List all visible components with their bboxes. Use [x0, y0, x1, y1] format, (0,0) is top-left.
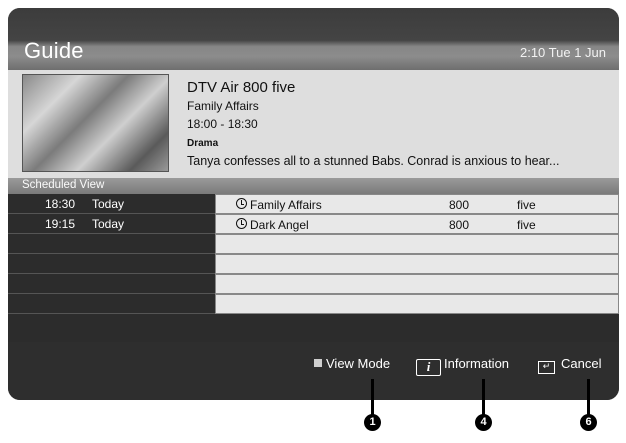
- programme-title: Family Affairs: [187, 99, 259, 113]
- schedule-row[interactable]: [8, 274, 619, 294]
- schedule-time-cell: [8, 234, 215, 254]
- a-button-icon: [314, 359, 322, 367]
- schedule-day: Today: [92, 197, 125, 211]
- programme-info-panel: DTV Air 800 five Family Affairs 18:00 - …: [8, 70, 619, 178]
- return-icon: ↵: [538, 361, 555, 374]
- view-mode-button[interactable]: View Mode: [314, 356, 390, 371]
- schedule-programme-cell[interactable]: [215, 254, 619, 274]
- schedule-day: Today: [92, 217, 125, 231]
- schedule-programme-name: Family Affairs: [250, 198, 322, 212]
- schedule-row[interactable]: [8, 254, 619, 274]
- info-icon: i: [416, 359, 441, 376]
- guide-screen: Guide 2:10 Tue 1 Jun DTV Air 800 five Fa…: [8, 8, 619, 400]
- schedule-programme-name: Dark Angel: [250, 218, 309, 232]
- programme-genre: Drama: [187, 138, 219, 149]
- schedule-time-cell: [8, 294, 215, 314]
- callout-marker: 4: [475, 414, 492, 431]
- schedule-time: 19:15: [45, 217, 76, 231]
- programme-time: 18:00 - 18:30: [187, 117, 258, 131]
- view-mode-label: View Mode: [326, 356, 391, 371]
- programme-synopsis: Tanya confesses all to a stunned Babs. C…: [187, 154, 560, 168]
- scheduled-view-label: Scheduled View: [22, 179, 105, 191]
- programme-thumbnail: [22, 74, 169, 172]
- schedule-channel-number: 800: [449, 218, 470, 232]
- schedule-programme-cell[interactable]: [215, 294, 619, 314]
- cancel-label: Cancel: [561, 356, 602, 371]
- callout-line: [482, 379, 485, 415]
- schedule-time-cell: 19:15 Today: [8, 214, 215, 234]
- schedule-programme-cell[interactable]: Dark Angel 800 five: [215, 214, 619, 234]
- schedule-row[interactable]: [8, 294, 619, 314]
- information-label: Information: [444, 356, 510, 371]
- callout-marker: 6: [580, 414, 597, 431]
- clock-icon: [236, 218, 247, 229]
- schedule-row[interactable]: 19:15 Today Dark Angel 800 five: [8, 214, 619, 234]
- information-button[interactable]: i Information: [416, 356, 509, 376]
- callout-line: [587, 379, 590, 415]
- cancel-button[interactable]: ↵ Cancel: [538, 356, 601, 374]
- schedule-list: 18:30 Today Family Affairs 800 five 19:1…: [8, 194, 619, 342]
- guide-footer: View Mode i Information ↵ Cancel: [8, 342, 619, 400]
- schedule-row[interactable]: [8, 234, 619, 254]
- page-title: Guide: [24, 38, 84, 63]
- channel-line: DTV Air 800 five: [187, 79, 296, 96]
- callout-marker: 1: [364, 414, 381, 431]
- schedule-time: 18:30: [45, 197, 76, 211]
- schedule-channel-name: five: [517, 218, 536, 232]
- schedule-time-cell: 18:30 Today: [8, 194, 215, 214]
- schedule-row[interactable]: 18:30 Today Family Affairs 800 five: [8, 194, 619, 214]
- clock-icon: [236, 198, 247, 209]
- schedule-programme-cell[interactable]: Family Affairs 800 five: [215, 194, 619, 214]
- schedule-channel-name: five: [517, 198, 536, 212]
- schedule-time-cell: [8, 274, 215, 294]
- datetime: 2:10 Tue 1 Jun: [519, 45, 606, 60]
- scheduled-view-bar: Scheduled View: [8, 178, 619, 194]
- callout-line: [371, 379, 374, 415]
- schedule-programme-cell[interactable]: [215, 234, 619, 254]
- schedule-time-cell: [8, 254, 215, 274]
- guide-header: Guide 2:10 Tue 1 Jun: [8, 8, 619, 70]
- schedule-programme-cell[interactable]: [215, 274, 619, 294]
- schedule-channel-number: 800: [449, 198, 470, 212]
